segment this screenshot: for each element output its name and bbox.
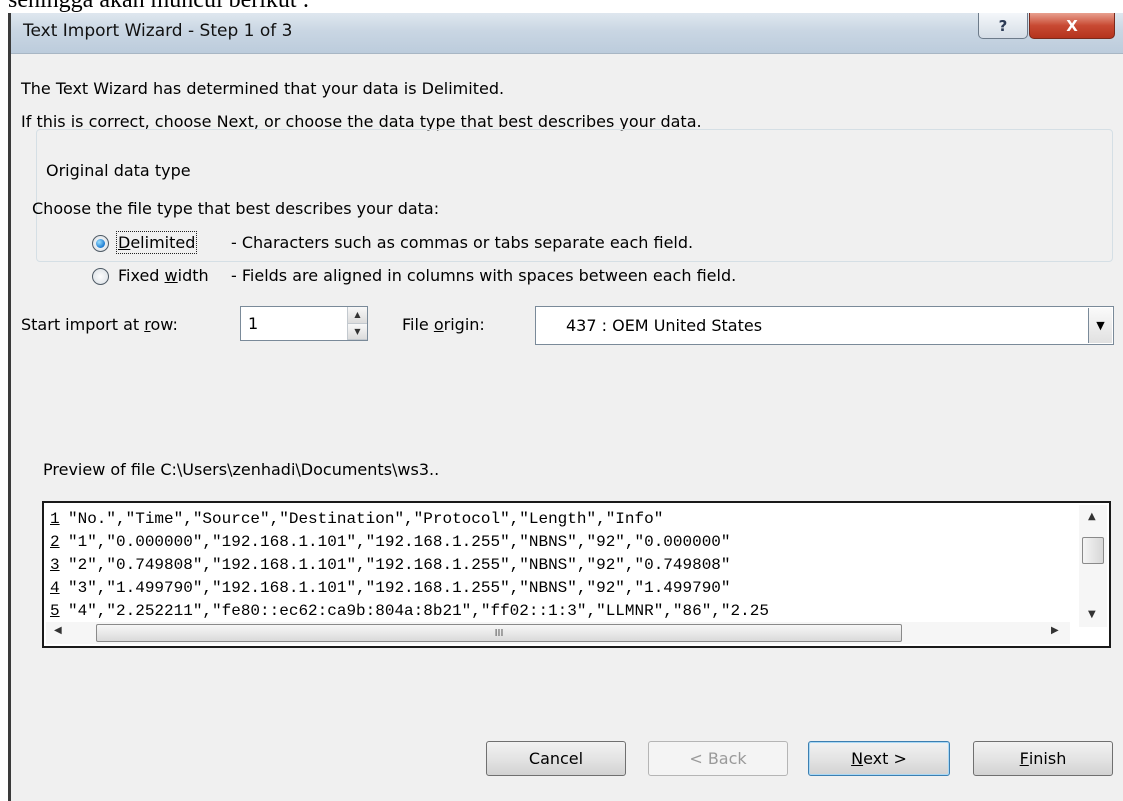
file-origin-label: File origin: [402,315,485,334]
thumb-grip-icon: III [494,627,504,639]
scroll-up-icon[interactable]: ▲ [1088,511,1096,522]
vertical-scroll-thumb[interactable] [1082,537,1104,564]
dropdown-arrow-icon[interactable]: ▼ [1088,308,1112,343]
help-button[interactable]: ? [978,13,1028,39]
preview-line: 2 "1","0.000000","192.168.1.101","192.168… [50,533,731,551]
preview-label: Preview of file C:\Users\zenhadi\Documen… [43,460,440,479]
preview-lines: 1 "No.","Time","Source","Destination","Pr… [50,508,1069,623]
text-import-wizard-window: Text Import Wizard - Step 1 of 3 ? X The… [8,13,1123,801]
delimited-description: - Characters such as commas or tabs sepa… [231,233,694,252]
start-row-spinner[interactable]: ▲ ▼ [347,307,367,340]
scroll-right-icon[interactable]: ▶ [1051,625,1059,636]
next-button[interactable]: Next > [808,741,950,776]
file-type-prompt: Choose the file type that best describes… [32,199,440,218]
horizontal-scroll-thumb[interactable]: III [96,624,902,642]
preview-line: 3 "2","0.749808","192.168.1.101","192.168… [50,556,731,574]
finish-button[interactable]: Finish [973,741,1113,776]
group-legend: Original data type [43,161,194,180]
window-title: Text Import Wizard - Step 1 of 3 [23,21,293,41]
fixed-width-radio[interactable] [92,268,109,285]
fixed-width-description: - Fields are aligned in columns with spa… [231,266,737,285]
file-origin-dropdown[interactable]: 437 : OEM United States ▼ [535,306,1114,345]
scroll-left-icon[interactable]: ◀ [54,625,62,636]
caption-text-above: sehingga akan muncul berikut : [8,0,310,13]
close-button[interactable]: X [1029,13,1115,39]
start-row-label: Start import at row: [21,315,178,334]
help-icon: ? [998,16,1008,35]
spin-up-icon[interactable]: ▲ [348,307,367,324]
scroll-down-icon[interactable]: ▼ [1088,609,1096,620]
intro-line-1: The Text Wizard has determined that your… [21,79,505,98]
preview-line: 5 "4","2.252211","fe80::ec62:ca9b:804a:8b… [50,602,769,620]
fixed-width-label[interactable]: Fixed width [118,266,209,285]
back-button[interactable]: < Back [648,741,788,776]
spin-down-icon[interactable]: ▼ [348,323,367,340]
title-bar[interactable]: Text Import Wizard - Step 1 of 3 ? X [11,13,1123,54]
radio-selected-dot [96,239,105,248]
close-icon: X [1066,16,1078,35]
preview-line: 1 "No.","Time","Source","Destination","Pr… [50,510,664,528]
preview-line: 4 "3","1.499790","192.168.1.101","192.168… [50,579,731,597]
delimited-radio[interactable] [92,235,109,252]
cancel-button[interactable]: Cancel [486,741,626,776]
horizontal-scrollbar[interactable]: ◀ III ▶ [46,622,1070,644]
delimited-label[interactable]: Delimited [115,231,198,254]
vertical-scrollbar[interactable]: ▲ ▼ [1079,505,1107,627]
file-origin-value: 437 : OEM United States [566,316,763,335]
preview-pane[interactable]: 1 "No.","Time","Source","Destination","Pr… [42,501,1111,648]
